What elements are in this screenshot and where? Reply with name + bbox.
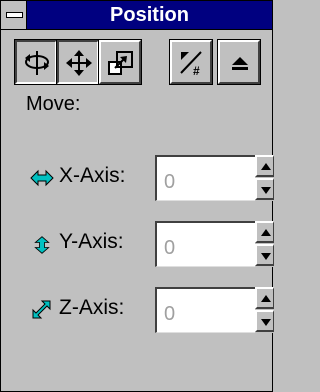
y-axis-row: Y-Axis: — [1, 221, 274, 267]
svg-text:#: # — [193, 64, 200, 78]
y-axis-spinner[interactable] — [255, 221, 274, 267]
spin-up-icon — [261, 163, 271, 170]
z-axis-row: Z-Axis: — [1, 287, 274, 333]
x-axis-spin-up[interactable] — [255, 155, 274, 177]
spin-up-icon — [261, 295, 271, 302]
move-icon — [66, 50, 92, 76]
x-axis-row: X-Axis: — [1, 155, 274, 201]
z-axis-spin-up[interactable] — [255, 287, 274, 309]
x-arrows-icon — [30, 169, 54, 187]
spin-up-icon — [261, 229, 271, 236]
spin-down-icon — [261, 253, 271, 260]
title-bar: Position — [1, 1, 272, 30]
scale-icon — [108, 51, 133, 75]
window-title: Position — [110, 4, 189, 26]
x-axis-label: X-Axis: — [59, 164, 126, 187]
move-button[interactable] — [56, 39, 100, 85]
rotate-button[interactable] — [14, 39, 58, 85]
z-axis-input[interactable] — [155, 287, 255, 333]
percent-button[interactable]: # — [169, 39, 213, 85]
y-axis-label: Y-Axis: — [59, 230, 124, 253]
rotate-icon — [25, 51, 49, 75]
x-axis-input[interactable] — [155, 155, 255, 201]
x-axis-spinner[interactable] — [255, 155, 274, 201]
y-axis-spin-up[interactable] — [255, 221, 274, 243]
y-axis-input[interactable] — [155, 221, 255, 267]
toolbar: # — [14, 39, 261, 90]
y-axis-spin-down[interactable] — [255, 244, 274, 266]
spin-down-icon — [261, 319, 271, 326]
eject-icon — [232, 57, 248, 70]
position-window: Position # Move: X-Axis: 0 Y-Axis: 0 Z-A… — [0, 0, 274, 392]
spin-down-icon — [261, 187, 271, 194]
x-axis-spin-down[interactable] — [255, 178, 274, 200]
system-menu-button[interactable] — [1, 1, 27, 29]
system-menu-icon — [6, 12, 23, 18]
z-axis-spin-down[interactable] — [255, 310, 274, 332]
y-arrows-icon — [34, 236, 50, 254]
percent-icon: # — [180, 51, 202, 78]
mode-label: Move: — [26, 93, 81, 115]
z-axis-spinner[interactable] — [255, 287, 274, 333]
eject-button[interactable] — [217, 39, 261, 85]
z-arrows-icon — [32, 300, 51, 319]
scale-button[interactable] — [98, 39, 142, 85]
z-axis-label: Z-Axis: — [59, 296, 125, 319]
